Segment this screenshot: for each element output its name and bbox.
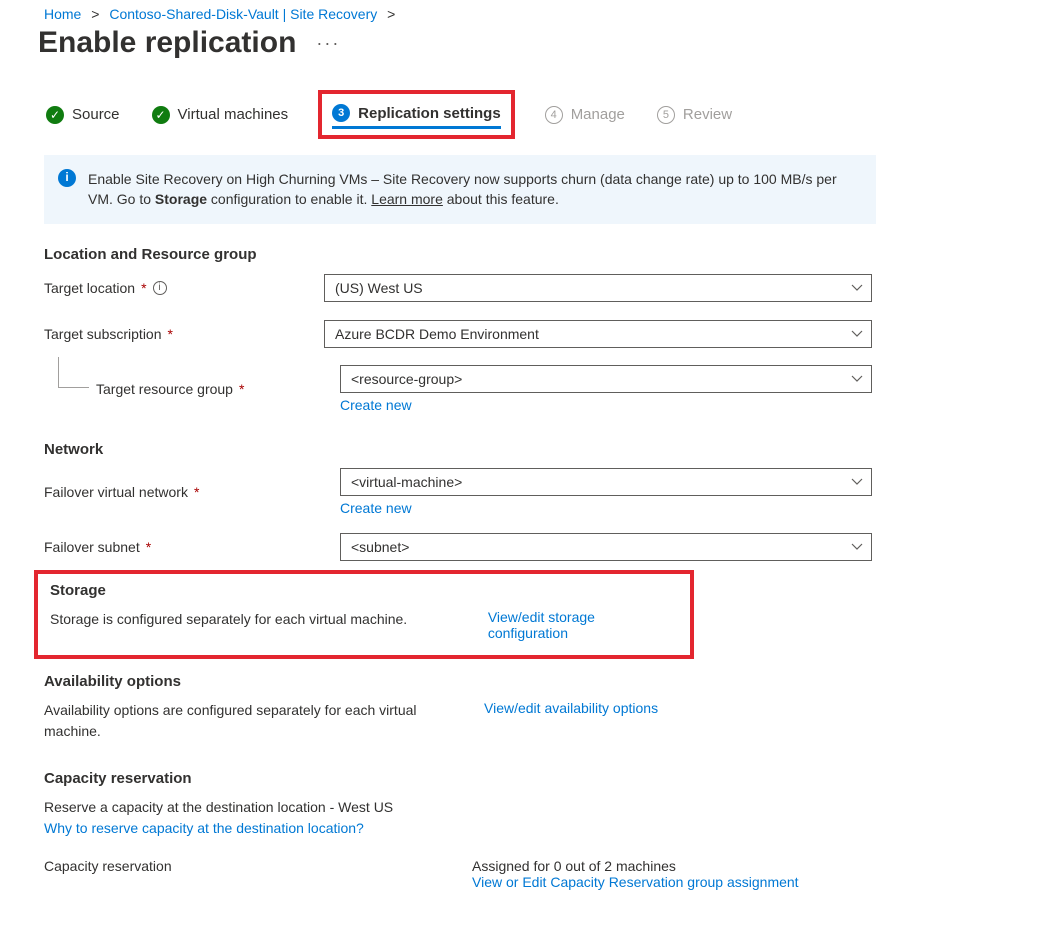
select-value: Azure BCDR Demo Environment — [335, 326, 539, 342]
tab-label: Virtual machines — [178, 106, 289, 123]
section-location-heading: Location and Resource group — [44, 246, 1054, 263]
learn-more-link[interactable]: Learn more — [371, 191, 443, 207]
target-subscription-select[interactable]: Azure BCDR Demo Environment — [324, 320, 872, 348]
step-number-icon: 5 — [657, 106, 675, 124]
create-new-rg-link[interactable]: Create new — [340, 397, 412, 413]
select-value: <virtual-machine> — [351, 474, 462, 490]
target-location-label: Target location — [44, 280, 135, 296]
info-hint-icon[interactable]: i — [153, 281, 167, 295]
tab-replication-settings[interactable]: 3 Replication settings — [332, 100, 501, 129]
required-indicator: * — [239, 381, 244, 397]
chevron-down-icon — [851, 330, 863, 338]
tab-manage: 4 Manage — [543, 100, 627, 130]
chevron-down-icon — [851, 284, 863, 292]
info-icon: i — [58, 169, 76, 187]
page-title: Enable replication — [38, 26, 296, 60]
breadcrumb-vault[interactable]: Contoso-Shared-Disk-Vault | Site Recover… — [109, 6, 377, 22]
chevron-down-icon — [851, 375, 863, 383]
view-edit-storage-link[interactable]: View/edit storage configuration — [488, 609, 678, 641]
target-subscription-label: Target subscription — [44, 326, 162, 342]
highlight-storage-section: Storage Storage is configured separately… — [34, 570, 694, 659]
view-edit-availability-link[interactable]: View/edit availability options — [484, 700, 658, 716]
breadcrumb-home[interactable]: Home — [44, 6, 81, 22]
create-new-vnet-link[interactable]: Create new — [340, 500, 412, 516]
failover-subnet-label: Failover subnet — [44, 539, 140, 555]
failover-vnet-select[interactable]: <virtual-machine> — [340, 468, 872, 496]
required-indicator: * — [168, 326, 173, 342]
availability-desc: Availability options are configured sepa… — [44, 700, 454, 742]
view-edit-capacity-link[interactable]: View or Edit Capacity Reservation group … — [472, 874, 799, 890]
section-capacity-heading: Capacity reservation — [44, 770, 1054, 787]
chevron-down-icon — [851, 478, 863, 486]
failover-vnet-label: Failover virtual network — [44, 484, 188, 500]
step-number-icon: 4 — [545, 106, 563, 124]
required-indicator: * — [141, 280, 146, 296]
highlight-replication-tab: 3 Replication settings — [318, 90, 515, 139]
capacity-desc: Reserve a capacity at the destination lo… — [44, 797, 1054, 818]
tab-label: Source — [72, 106, 120, 123]
chevron-right-icon: > — [387, 6, 395, 22]
select-value: <subnet> — [351, 539, 409, 555]
info-banner: i Enable Site Recovery on High Churning … — [44, 155, 876, 224]
banner-text: configuration to enable it. — [207, 191, 371, 207]
tab-label: Replication settings — [358, 105, 501, 122]
breadcrumb: Home > Contoso-Shared-Disk-Vault | Site … — [0, 0, 1054, 26]
chevron-right-icon: > — [91, 6, 99, 22]
section-network-heading: Network — [44, 441, 1054, 458]
section-availability-heading: Availability options — [44, 673, 1054, 690]
more-actions-button[interactable]: ··· — [316, 33, 340, 54]
chevron-down-icon — [851, 543, 863, 551]
banner-bold: Storage — [155, 191, 207, 207]
target-resource-group-label: Target resource group — [96, 381, 233, 397]
failover-subnet-select[interactable]: <subnet> — [340, 533, 872, 561]
banner-text: about this feature. — [443, 191, 559, 207]
section-storage-heading: Storage — [50, 582, 678, 599]
tab-review: 5 Review — [655, 100, 734, 130]
capacity-reservation-label: Capacity reservation — [44, 858, 172, 874]
target-resource-group-select[interactable]: <resource-group> — [340, 365, 872, 393]
tab-source[interactable]: ✓ Source — [44, 100, 122, 130]
select-value: <resource-group> — [351, 371, 462, 387]
storage-desc: Storage is configured separately for eac… — [50, 609, 458, 630]
tab-virtual-machines[interactable]: ✓ Virtual machines — [150, 100, 291, 130]
tab-label: Manage — [571, 106, 625, 123]
capacity-why-link[interactable]: Why to reserve capacity at the destinati… — [44, 820, 1054, 836]
checkmark-icon: ✓ — [46, 106, 64, 124]
wizard-tabs: ✓ Source ✓ Virtual machines 3 Replicatio… — [0, 90, 1054, 155]
target-location-select[interactable]: (US) West US — [324, 274, 872, 302]
required-indicator: * — [194, 484, 199, 500]
capacity-assigned-text: Assigned for 0 out of 2 machines — [472, 858, 799, 874]
required-indicator: * — [146, 539, 151, 555]
step-number-icon: 3 — [332, 104, 350, 122]
tab-label: Review — [683, 106, 732, 123]
checkmark-icon: ✓ — [152, 106, 170, 124]
select-value: (US) West US — [335, 280, 423, 296]
